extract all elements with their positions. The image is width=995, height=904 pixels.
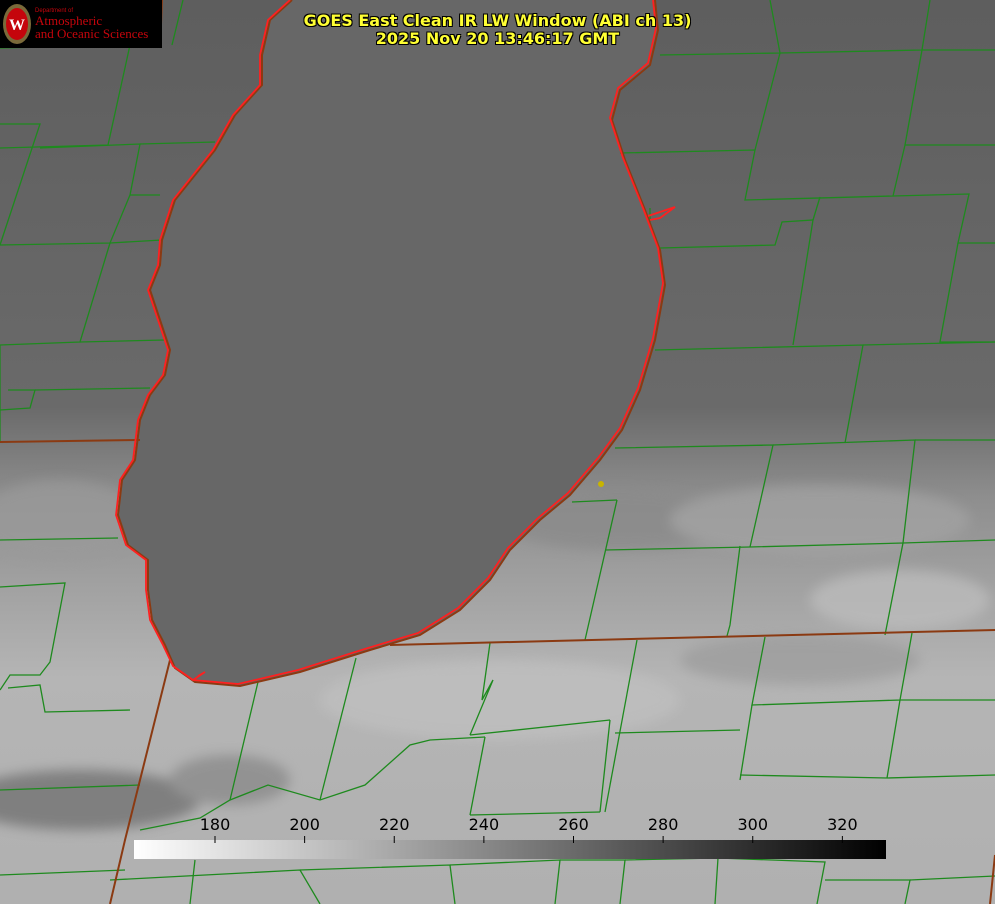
image-title: GOES East Clean IR LW Window (ABI ch 13)… [0,12,995,48]
colorbar-tick-label: 220 [378,815,410,834]
colorbar-tick-label: 200 [289,815,320,834]
station-marker [598,481,604,487]
satellite-map: W [0,0,995,904]
colorbar-tick-label: 320 [827,815,858,834]
colorbar-tick-label: 280 [647,815,679,834]
title-product: GOES East Clean IR LW Window (ABI ch 13) [303,11,692,30]
colorbar-tick-label: 240 [468,815,500,834]
title-timestamp: 2025 Nov 20 13:46:17 GMT [375,29,620,48]
colorbar-gradient [134,840,886,859]
colorbar-tick-label: 180 [199,815,231,834]
colorbar-tick-label: 300 [737,815,769,834]
colorbar-tick-label: 260 [558,815,589,834]
